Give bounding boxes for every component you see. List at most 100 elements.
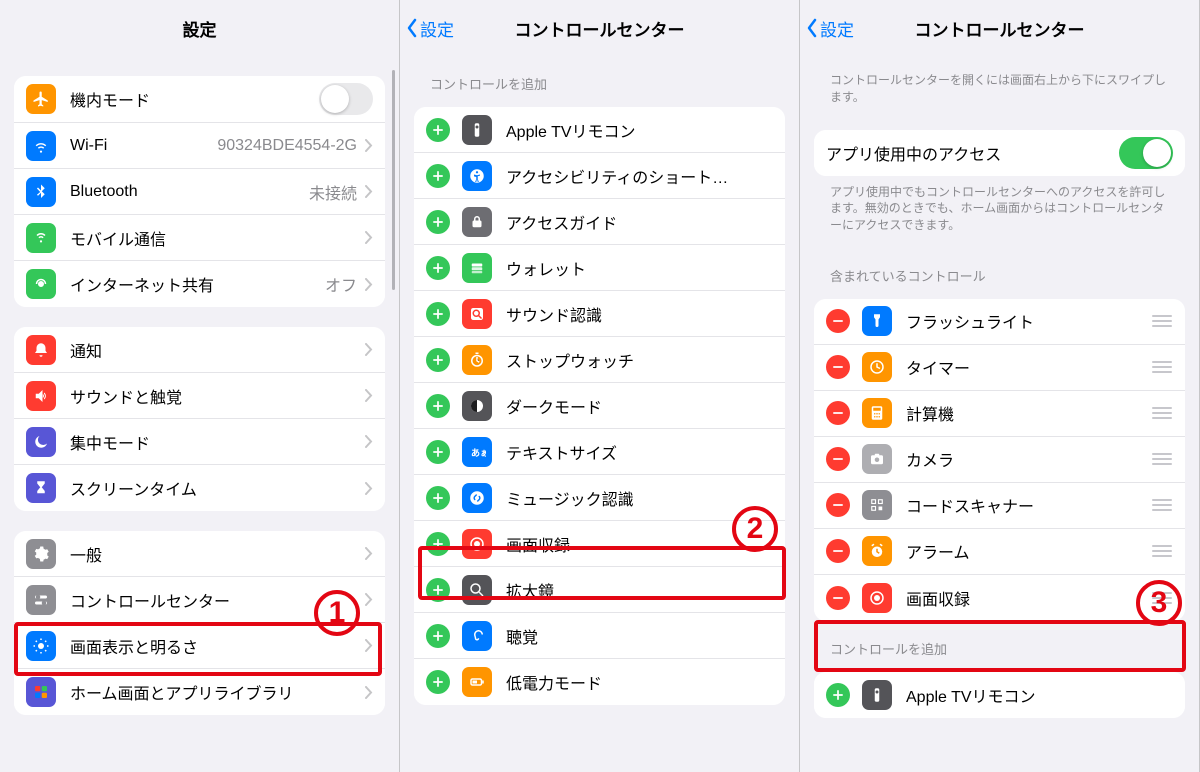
drag-handle[interactable] — [1151, 453, 1173, 465]
back-button[interactable]: 設定 — [806, 16, 854, 41]
row-label: 画面表示と明るさ — [70, 634, 365, 658]
add-button[interactable] — [426, 118, 450, 142]
toggle[interactable] — [319, 83, 373, 115]
wifi-icon — [26, 131, 56, 161]
included-row[interactable]: アラーム — [814, 529, 1185, 575]
add-button[interactable] — [426, 210, 450, 234]
camera-icon — [862, 444, 892, 474]
section-label: コントロールを追加 — [414, 56, 785, 99]
add-control-row[interactable]: ウォレット — [414, 245, 785, 291]
row-value: 未接続 — [309, 180, 357, 204]
add-button[interactable] — [426, 486, 450, 510]
add-control-row[interactable]: ストップウォッチ — [414, 337, 785, 383]
header: 設定 — [0, 0, 399, 56]
drag-handle[interactable] — [1151, 315, 1173, 327]
settings-row[interactable]: モバイル通信 — [14, 215, 385, 261]
add-control-row[interactable]: 画面収録 — [414, 521, 785, 567]
settings-row[interactable]: 機内モード — [14, 76, 385, 123]
scrollbar[interactable] — [392, 70, 395, 290]
add-control-row[interactable]: サウンド認識 — [414, 291, 785, 337]
access-toggle[interactable] — [1119, 137, 1173, 169]
add-button[interactable] — [426, 394, 450, 418]
included-row[interactable]: カメラ — [814, 437, 1185, 483]
chevron-right-icon — [365, 639, 373, 652]
switches-icon — [26, 585, 56, 615]
settings-group: 機内モード Wi-Fi90324BDE4554-2GBluetooth未接続モバイ… — [14, 76, 385, 307]
drag-handle[interactable] — [1151, 592, 1173, 604]
included-group: フラッシュライトタイマー計算機カメラコードスキャナーアラーム画面収録 — [814, 299, 1185, 621]
airplane-icon — [26, 84, 56, 114]
settings-row[interactable]: スクリーンタイム — [14, 465, 385, 511]
remote-icon — [862, 680, 892, 710]
row-label: サウンド認識 — [506, 302, 773, 326]
drag-handle[interactable] — [1151, 407, 1173, 419]
settings-row[interactable]: 集中モード — [14, 419, 385, 465]
add-control-row[interactable]: 聴覚 — [414, 613, 785, 659]
add-control-row[interactable]: 拡大鏡 — [414, 567, 785, 613]
settings-row[interactable]: Wi-Fi90324BDE4554-2G — [14, 123, 385, 169]
settings-row[interactable]: 画面表示と明るさ — [14, 623, 385, 669]
record-icon — [462, 529, 492, 559]
row-label: サウンドと触覚 — [70, 384, 365, 408]
settings-row[interactable]: 通知 — [14, 327, 385, 373]
add-button[interactable] — [426, 670, 450, 694]
chevron-left-icon — [806, 18, 818, 38]
add-button[interactable] — [426, 302, 450, 326]
text-icon: あぁ — [462, 437, 492, 467]
qr-icon — [862, 490, 892, 520]
remove-button[interactable] — [826, 401, 850, 425]
remove-button[interactable] — [826, 309, 850, 333]
remove-button[interactable] — [826, 447, 850, 471]
drag-handle[interactable] — [1151, 545, 1173, 557]
settings-row[interactable]: インターネット共有オフ — [14, 261, 385, 307]
add-control-row[interactable]: アクセシビリティのショート… — [414, 153, 785, 199]
chevron-right-icon — [365, 231, 373, 244]
row-label: アクセスガイド — [506, 210, 773, 234]
cellular-icon — [26, 223, 56, 253]
page-title: 設定 — [183, 16, 217, 41]
drag-handle[interactable] — [1151, 361, 1173, 373]
add-button[interactable] — [426, 348, 450, 372]
remove-button[interactable] — [826, 493, 850, 517]
add-button[interactable] — [826, 683, 850, 707]
included-row[interactable]: タイマー — [814, 345, 1185, 391]
included-row[interactable]: コードスキャナー — [814, 483, 1185, 529]
ear-icon — [462, 299, 492, 329]
add-button[interactable] — [426, 624, 450, 648]
add-controls-group: Apple TVリモコンアクセシビリティのショート… アクセスガイドウォレットサウ… — [414, 107, 785, 705]
add-control-row[interactable]: アクセスガイド — [414, 199, 785, 245]
header: 設定 コントロールセンター — [800, 0, 1199, 56]
row-label: ストップウォッチ — [506, 348, 773, 372]
settings-row[interactable]: 一般 — [14, 531, 385, 577]
included-row[interactable]: 画面収録 — [814, 575, 1185, 621]
add-button[interactable] — [426, 532, 450, 556]
remove-button[interactable] — [826, 586, 850, 610]
add-label: コントロールを追加 — [814, 621, 1185, 664]
remove-button[interactable] — [826, 539, 850, 563]
row-label: 機内モード — [70, 87, 319, 111]
back-button[interactable]: 設定 — [406, 16, 454, 41]
settings-row[interactable]: Bluetooth未接続 — [14, 169, 385, 215]
moon-icon — [26, 427, 56, 457]
add-control-row[interactable]: 低電力モード — [414, 659, 785, 705]
settings-row[interactable]: ホーム画面とアプリライブラリ — [14, 669, 385, 715]
row-label: カメラ — [906, 447, 1151, 471]
row-label: ダークモード — [506, 394, 773, 418]
add-button[interactable] — [426, 440, 450, 464]
settings-row[interactable]: コントロールセンター — [14, 577, 385, 623]
add-control-row[interactable]: Apple TVリモコン — [414, 107, 785, 153]
remove-button[interactable] — [826, 355, 850, 379]
add-button[interactable] — [426, 164, 450, 188]
chevron-right-icon — [365, 389, 373, 402]
row-value: 90324BDE4554-2G — [217, 137, 357, 155]
add-button[interactable] — [426, 256, 450, 280]
add-control-row[interactable]: Apple TVリモコン — [814, 672, 1185, 718]
add-control-row[interactable]: ミュージック認識 — [414, 475, 785, 521]
included-row[interactable]: 計算機 — [814, 391, 1185, 437]
drag-handle[interactable] — [1151, 499, 1173, 511]
included-row[interactable]: フラッシュライト — [814, 299, 1185, 345]
settings-row[interactable]: サウンドと触覚 — [14, 373, 385, 419]
add-button[interactable] — [426, 578, 450, 602]
add-control-row[interactable]: あぁテキストサイズ — [414, 429, 785, 475]
add-control-row[interactable]: ダークモード — [414, 383, 785, 429]
